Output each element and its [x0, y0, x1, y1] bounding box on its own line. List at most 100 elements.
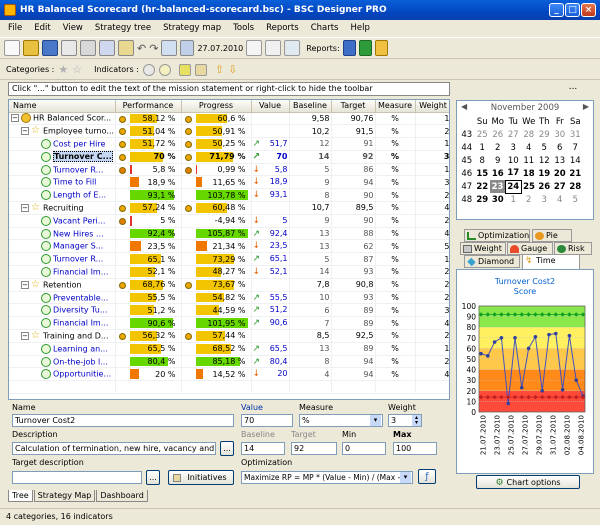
calendar-day[interactable]: 25: [475, 128, 491, 141]
table-row[interactable]: On-the-job l... 80,4 % 85,18 % ↗ 80,4 8 94% 2: [9, 355, 449, 369]
chevron-down-icon[interactable]: ▾: [400, 472, 411, 483]
tab-strategy-map[interactable]: Strategy Map: [33, 490, 96, 502]
value-input[interactable]: 70: [241, 414, 293, 427]
row-name[interactable]: Retention: [43, 280, 82, 289]
measure-select[interactable]: % ▾: [299, 414, 383, 427]
calendar-day[interactable]: 7: [568, 141, 584, 154]
mission-statement-field[interactable]: Click "..." button to edit the text of t…: [8, 82, 450, 96]
spin-arrows-icon[interactable]: ▴ ▾: [412, 415, 421, 426]
table-row[interactable]: − ☆ Retention 68,76 % 73,67 % 7,8 90,8% 2: [9, 278, 449, 292]
tab-pie[interactable]: Pie: [532, 229, 572, 242]
calendar-day[interactable]: 29: [475, 193, 491, 206]
table-row[interactable]: Turnover R... 65,1 % 73,29 % ↗ 65,1 5 87% 1: [9, 252, 449, 267]
table-row[interactable]: − HR Balanced Scor... 58,12 % 60,6 % 9,58 90,…: [9, 112, 449, 126]
column-header-performance[interactable]: Performance: [115, 100, 182, 113]
expand-toggle-icon[interactable]: −: [21, 280, 29, 289]
row-name[interactable]: Training and D...: [43, 331, 109, 340]
calendar-day[interactable]: 28: [521, 128, 537, 141]
calendar-day[interactable]: 2: [490, 141, 506, 154]
prev-month-icon[interactable]: ◀: [461, 102, 467, 111]
table-row[interactable]: Cost per Hire 51,72 % 50,25 % ↗ 51,7 12 91% 1: [9, 137, 449, 151]
description-edit-button[interactable]: ...: [220, 441, 234, 456]
excel-report-icon[interactable]: [358, 40, 372, 56]
new-file-icon[interactable]: [4, 40, 20, 56]
save-icon[interactable]: [42, 40, 58, 56]
column-header-name[interactable]: Name: [9, 100, 116, 113]
chevron-down-icon[interactable]: ▾: [370, 415, 381, 426]
menu-strategy-tree[interactable]: Strategy tree: [93, 23, 153, 33]
calendar-day[interactable]: 26: [490, 128, 506, 141]
calendar-day[interactable]: 5: [568, 193, 584, 206]
formula-button[interactable]: ƒ: [418, 469, 436, 484]
table-row[interactable]: Time to Fill 18,9 % 11,65 % ↓ 18,9 9 94% 3: [9, 175, 449, 190]
redo-icon[interactable]: ↷: [149, 42, 158, 55]
baseline-input[interactable]: 14: [241, 442, 285, 455]
calendar-day[interactable]: 20: [552, 167, 568, 180]
calendar-day[interactable]: 6: [552, 141, 568, 154]
expand-toggle-icon[interactable]: −: [21, 127, 29, 136]
table-row[interactable]: Diversity Tu... 51,2 % 44,59 % ↗ 51,2 6 89% 3: [9, 303, 449, 318]
target-description-edit-button[interactable]: ...: [146, 470, 160, 485]
calendar-day[interactable]: 9: [490, 154, 506, 167]
calendar-icon[interactable]: [161, 40, 178, 56]
calendar-day[interactable]: 13: [552, 154, 568, 167]
ungroup-icon[interactable]: [194, 63, 207, 76]
table-row[interactable]: Manager S... 23,5 % 21,34 % ↓ 23,5 13 62% 5: [9, 239, 449, 254]
menu-reports[interactable]: Reports: [264, 23, 301, 33]
chart-options-button[interactable]: ⚙ Chart options: [476, 475, 580, 489]
calendar-day[interactable]: 10: [506, 154, 522, 167]
menu-view[interactable]: View: [61, 23, 85, 33]
calendar-day[interactable]: 23: [490, 180, 506, 193]
add-category-icon[interactable]: ★: [58, 63, 68, 76]
calendar-day[interactable]: 28: [568, 180, 584, 193]
column-header-progress[interactable]: Progress: [181, 100, 252, 113]
calendar-day[interactable]: 4: [521, 141, 537, 154]
weight-stepper[interactable]: 3 ▴ ▾: [388, 414, 422, 427]
calendar-day[interactable]: 15: [475, 167, 491, 180]
remove-category-icon[interactable]: ☆: [72, 63, 82, 76]
column-header-weight[interactable]: Weight: [415, 100, 449, 113]
calendar-small-icon[interactable]: [180, 40, 195, 56]
tab-diamond[interactable]: Diamond: [464, 255, 520, 268]
remove-indicator-icon[interactable]: [158, 63, 171, 76]
calendar-day[interactable]: 24: [505, 179, 522, 194]
calendar-day[interactable]: 17: [506, 167, 522, 180]
menu-strategy-map[interactable]: Strategy map: [161, 23, 223, 33]
expand-toggle-icon[interactable]: −: [21, 331, 29, 340]
word-report-icon[interactable]: [342, 40, 356, 56]
row-name[interactable]: Manager S...: [53, 242, 103, 251]
tab-dashboard[interactable]: Dashboard: [96, 490, 148, 502]
row-name[interactable]: Length of E...: [53, 191, 106, 200]
column-header-value[interactable]: Value: [251, 100, 290, 113]
table-row[interactable]: Financial Im... 90,6 % 101,95 % ↗ 90,6 7 89% 4: [9, 316, 449, 331]
calendar-day[interactable]: 5: [537, 141, 553, 154]
menu-charts[interactable]: Charts: [309, 23, 341, 33]
row-name[interactable]: Turnover C...: [53, 151, 113, 163]
group-icon[interactable]: [178, 63, 191, 76]
calendar-day[interactable]: 21: [568, 167, 584, 180]
copy-icon[interactable]: [99, 40, 115, 56]
calendar-day[interactable]: 4: [552, 193, 568, 206]
calendar-day[interactable]: 27: [506, 128, 522, 141]
tab-weight[interactable]: Weight: [460, 242, 506, 255]
column-header-baseline[interactable]: Baseline: [289, 100, 332, 113]
min-input[interactable]: 0: [342, 442, 386, 455]
target-input[interactable]: 92: [291, 442, 337, 455]
row-name[interactable]: Cost per Hire: [53, 139, 105, 148]
next-month-icon[interactable]: ▶: [583, 102, 589, 111]
menu-help[interactable]: Help: [348, 23, 371, 33]
column-header-measure[interactable]: Measure: [375, 100, 416, 113]
table-row[interactable]: − ☆ Recruiting 57,24 % 60,48 % 10,7 89,5% 4: [9, 201, 449, 215]
mission-edit-button[interactable]: ...: [553, 82, 593, 96]
calendar-day[interactable]: 27: [552, 180, 568, 193]
calendar-day[interactable]: 16: [490, 167, 506, 180]
calendar-day[interactable]: 19: [537, 167, 553, 180]
optimization-select[interactable]: Maximize RP = MP * (Value - Min) / (Max …: [241, 471, 413, 484]
tab-time[interactable]: ↯ Time: [522, 254, 580, 269]
calendar-day[interactable]: 18: [521, 167, 537, 180]
maximize-button[interactable]: □: [565, 3, 580, 17]
html-report-icon[interactable]: [374, 40, 388, 56]
calendar-day[interactable]: 2: [521, 193, 537, 206]
calendar-day[interactable]: 11: [521, 154, 537, 167]
move-down-icon[interactable]: ⇩: [228, 63, 237, 76]
